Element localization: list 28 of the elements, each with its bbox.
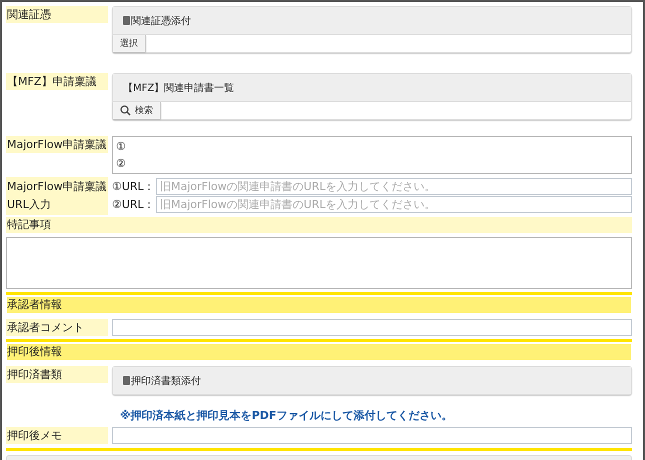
url-label: ②URL：	[112, 196, 156, 212]
section-label: 特記事項	[6, 217, 632, 233]
notes-textarea[interactable]	[6, 237, 632, 289]
file-icon	[123, 376, 130, 385]
url-input[interactable]: 旧MajorFlowの関連申請書のURLを入力してください。	[156, 178, 632, 194]
field-label: 押印済書類	[6, 366, 108, 383]
text-input[interactable]	[112, 319, 632, 336]
section-header: 承認者情報	[6, 292, 632, 313]
instruction-text: ※押印済本紙と押印見本をPDFファイルにして添付してください。	[120, 408, 452, 423]
field-label: 【MFZ】申請稟議	[6, 73, 108, 90]
panel-title: 【MFZ】関連申請書一覧	[123, 82, 234, 94]
section-header: 押印後情報	[6, 339, 632, 360]
file-icon	[123, 16, 130, 25]
search-button[interactable]: 検索	[113, 102, 161, 119]
field-label: MajorFlow申請稟議 URL入力	[6, 177, 108, 215]
field-label: 押印後メモ	[6, 427, 108, 444]
panel-title: 押印済書類添付	[131, 374, 201, 388]
field-label: 承認者コメント	[6, 319, 108, 336]
search-icon	[120, 105, 131, 116]
panel-title: 関連証憑添付	[131, 14, 191, 28]
select-button[interactable]: 選択	[113, 35, 146, 52]
field-label: 関連証憑	[6, 6, 108, 23]
list-item: ②	[116, 156, 127, 171]
field-label: MajorFlow申請稟議	[6, 136, 108, 153]
text-input[interactable]	[112, 427, 632, 444]
url-label: ①URL：	[112, 178, 156, 194]
url-input[interactable]: 旧MajorFlowの関連申請書のURLを入力してください。	[156, 196, 632, 212]
list-item: ①	[116, 139, 127, 154]
